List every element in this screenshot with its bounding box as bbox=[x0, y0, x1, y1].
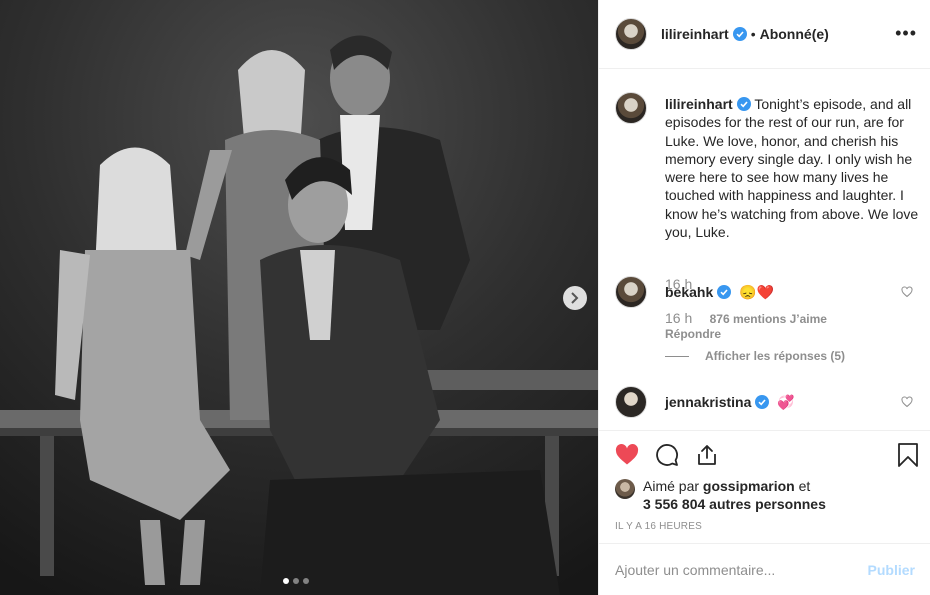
comment-text: 💞 bbox=[777, 394, 795, 410]
comment-time[interactable]: 16 h bbox=[665, 310, 692, 326]
next-slide-button[interactable] bbox=[563, 286, 587, 310]
author-avatar[interactable] bbox=[615, 18, 647, 50]
liked-by-suffix: et bbox=[798, 478, 811, 494]
verified-badge-icon bbox=[717, 285, 732, 299]
comment-item: bekahk 😞❤️ 16 h 876 mentions J’aime Répo… bbox=[615, 276, 921, 372]
caption-username[interactable]: lilireinhart bbox=[665, 96, 733, 112]
comment-avatar[interactable] bbox=[615, 386, 647, 418]
comment-input[interactable] bbox=[615, 561, 860, 578]
comments-list[interactable]: lilireinhart Tonight’s episode, and all … bbox=[599, 70, 930, 430]
carousel-dot bbox=[293, 578, 299, 584]
verified-badge-icon bbox=[755, 395, 770, 409]
comment-avatar[interactable] bbox=[615, 276, 647, 308]
chevron-right-icon bbox=[571, 292, 579, 304]
comment-meta: 16 h 876 mentions J’aime bbox=[665, 310, 827, 326]
photo-illustration bbox=[0, 0, 598, 595]
follow-status-button[interactable]: Abonné(e) bbox=[760, 26, 829, 42]
publish-button[interactable]: Publier bbox=[868, 562, 915, 578]
replies-divider-line bbox=[665, 355, 689, 357]
save-bookmark-icon[interactable] bbox=[897, 443, 919, 467]
view-replies-label: Afficher les réponses (5) bbox=[705, 349, 846, 363]
comment-like-heart-icon[interactable] bbox=[901, 396, 913, 408]
comment-text: 😞❤️ bbox=[739, 284, 775, 300]
caption-text: Tonight’s episode, and all episodes for … bbox=[665, 96, 919, 241]
likes-count-link[interactable]: 3 556 804 autres personnes bbox=[643, 495, 826, 513]
carousel-indicator bbox=[283, 578, 309, 584]
carousel-dot bbox=[303, 578, 309, 584]
comment-likes-count[interactable]: 876 mentions J’aime bbox=[710, 312, 827, 326]
verified-badge-icon bbox=[732, 27, 747, 41]
liked-by-user-link[interactable]: gossipmarion bbox=[703, 478, 795, 494]
post-photo[interactable] bbox=[0, 0, 598, 595]
comment-username[interactable]: bekahk bbox=[665, 284, 713, 300]
action-icons-row bbox=[615, 443, 719, 467]
caption-avatar[interactable] bbox=[615, 92, 647, 124]
comment-like-heart-icon[interactable] bbox=[901, 286, 913, 298]
author-username[interactable]: lilireinhart bbox=[661, 26, 729, 42]
post-actions: Aimé par gossipmarion et 3 556 804 autre… bbox=[599, 430, 930, 543]
liker-avatar[interactable] bbox=[615, 479, 635, 499]
post-timestamp[interactable]: Il y a 16 heures bbox=[615, 521, 702, 532]
verified-badge-icon bbox=[736, 97, 751, 111]
comment-bubble-icon[interactable] bbox=[655, 443, 679, 467]
comment-username[interactable]: jennakristina bbox=[665, 394, 751, 410]
more-options-icon[interactable]: ••• bbox=[895, 24, 917, 42]
post-side-panel: lilireinhart • Abonné(e) ••• lilireinhar… bbox=[598, 0, 930, 595]
view-replies-toggle[interactable]: Afficher les réponses (5) bbox=[665, 349, 845, 363]
comment-body: bekahk 😞❤️ bbox=[665, 284, 774, 301]
instagram-post-view: lilireinhart • Abonné(e) ••• lilireinhar… bbox=[0, 0, 930, 595]
carousel-dot-active bbox=[283, 578, 289, 584]
like-heart-icon[interactable] bbox=[615, 443, 639, 467]
post-header: lilireinhart • Abonné(e) ••• bbox=[599, 0, 930, 69]
comment-body: jennakristina 💞 bbox=[665, 394, 795, 411]
caption-text-block: lilireinhart Tonight’s episode, and all … bbox=[665, 95, 923, 241]
comment-item: jennakristina 💞 bbox=[615, 386, 921, 430]
comment-reply-button[interactable]: Répondre bbox=[665, 327, 721, 341]
add-comment-bar: Publier bbox=[599, 543, 930, 595]
share-icon[interactable] bbox=[695, 443, 719, 467]
liked-by-line: Aimé par gossipmarion et bbox=[643, 477, 810, 495]
liked-by-prefix: Aimé par bbox=[643, 478, 700, 494]
header-separator: • bbox=[750, 26, 756, 42]
